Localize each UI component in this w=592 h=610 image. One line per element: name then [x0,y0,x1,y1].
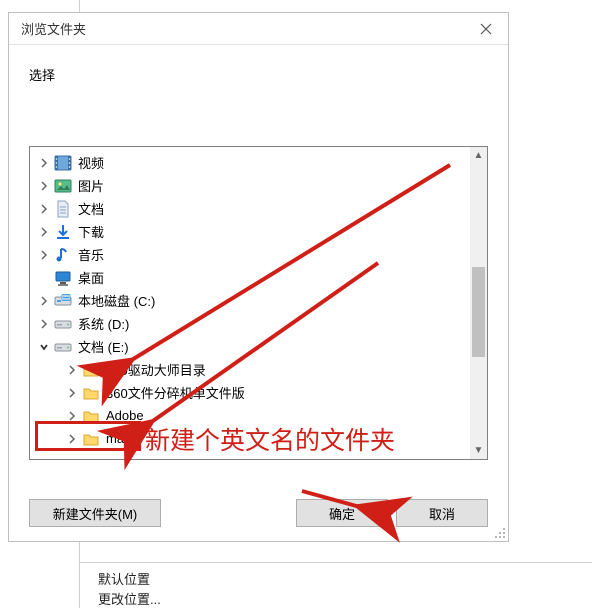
desktop-icon [54,269,72,287]
tree-item-label: 文档 [78,199,104,218]
dialog-title: 浏览文件夹 [21,19,86,38]
chevron-right-icon[interactable] [64,411,80,421]
tree-item-label: 360驱动大师目录 [106,360,206,379]
folder-icon [82,407,100,425]
tree-item[interactable]: 360驱动大师目录 [30,358,470,381]
cancel-button[interactable]: 取消 [396,499,488,527]
tree-item-label: maya [106,431,138,446]
scrollbar[interactable]: ▲ ▼ [470,147,487,459]
scroll-thumb[interactable] [472,267,485,357]
tree-item-label: 文档 (E:) [78,337,129,356]
folder-tree: 视频图片文档下载音乐桌面本地磁盘 (C:) 系统 (D:) 文档 (E:) 360驱动… [29,146,488,460]
drive-icon [54,315,72,333]
tree-item-label: 音乐 [78,245,104,264]
folder-icon [82,430,100,448]
tree-item[interactable]: maya [30,427,470,450]
music-icon [54,246,72,264]
folder-icon [82,361,100,379]
picture-icon [54,177,72,195]
new-folder-button[interactable]: 新建文件夹(M) [29,499,161,527]
close-icon [480,23,492,35]
button-row: 新建文件夹(M) 确定 取消 [29,499,488,527]
close-button[interactable] [464,13,508,45]
tree-item[interactable]: 图片 [30,174,470,197]
document-icon [54,200,72,218]
tree-list: 视频图片文档下载音乐桌面本地磁盘 (C:) 系统 (D:) 文档 (E:) 360驱动… [30,147,470,459]
resize-grip-icon[interactable] [492,525,506,539]
background-divider-horizontal [79,562,592,563]
disk-icon [54,292,72,310]
tree-item[interactable]: 文档 (E:) [30,335,470,358]
tree-item[interactable]: 360文件分碎机单文件版 [30,381,470,404]
scroll-up-icon[interactable]: ▲ [470,147,487,164]
tree-item[interactable]: Adobe [30,404,470,427]
titlebar: 浏览文件夹 [9,13,508,45]
tree-item-label: Adobe [106,408,144,423]
tree-item-label: 桌面 [78,268,104,287]
tree-item[interactable]: 系统 (D:) [30,312,470,335]
chevron-right-icon[interactable] [36,181,52,191]
tree-item-label: 视频 [78,153,104,172]
chevron-right-icon[interactable] [64,365,80,375]
tree-item[interactable]: 视频 [30,151,470,174]
scroll-down-icon[interactable]: ▼ [470,442,487,459]
below-item-change[interactable]: 更改位置... [98,590,161,610]
download-icon [54,223,72,241]
ok-button[interactable]: 确定 [296,499,388,527]
tree-item[interactable]: 桌面 [30,266,470,289]
tree-item[interactable]: 音乐 [30,243,470,266]
chevron-right-icon[interactable] [36,158,52,168]
chevron-right-icon[interactable] [36,296,52,306]
video-icon [54,154,72,172]
below-options: 默认位置 更改位置... [98,570,161,610]
tree-item[interactable]: 下载 [30,220,470,243]
chevron-right-icon[interactable] [36,319,52,329]
browse-folder-dialog: 浏览文件夹 选择 视频图片文档下载音乐桌面本地磁盘 (C:) 系统 (D:) 文档 … [8,12,509,542]
tree-item-label: 本地磁盘 (C:) [78,291,155,310]
folder-icon [82,384,100,402]
chevron-right-icon[interactable] [64,388,80,398]
tree-item-label: 图片 [78,176,104,195]
drive-icon [54,338,72,356]
chevron-down-icon[interactable] [36,342,52,352]
chevron-right-icon[interactable] [64,434,80,444]
tree-item[interactable]: 本地磁盘 (C:) [30,289,470,312]
below-item-default[interactable]: 默认位置 [98,570,161,590]
chevron-right-icon[interactable] [36,227,52,237]
tree-item-label: 下载 [78,222,104,241]
tree-item[interactable]: 文档 [30,197,470,220]
tree-item-label: 360文件分碎机单文件版 [106,383,245,402]
prompt-label: 选择 [9,45,508,92]
tree-item-label: 系统 (D:) [78,314,129,333]
chevron-right-icon[interactable] [36,250,52,260]
chevron-right-icon[interactable] [36,204,52,214]
